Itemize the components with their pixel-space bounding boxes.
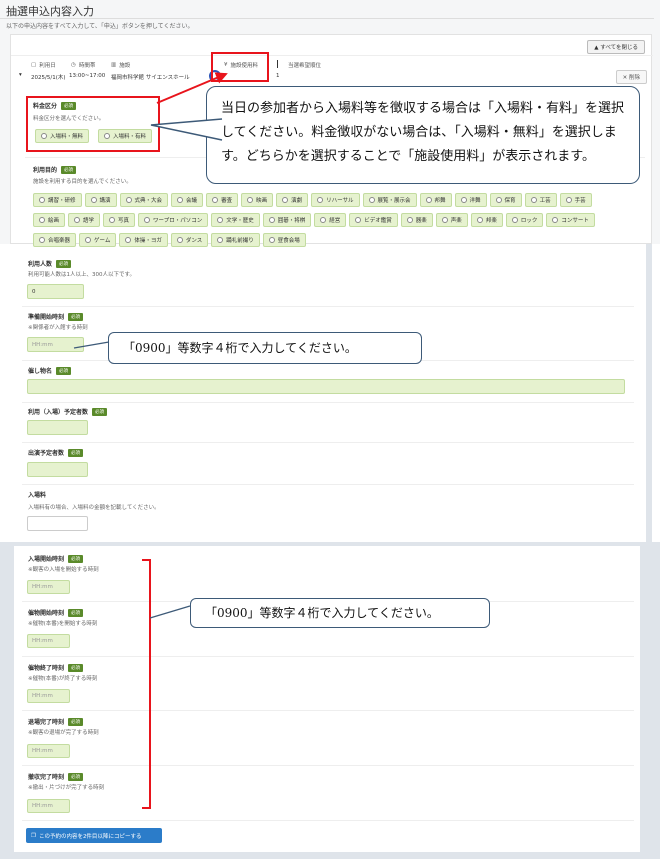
red-arrow <box>156 72 228 104</box>
required-badge: 必須 <box>92 407 108 416</box>
expected-visitors-input[interactable] <box>27 420 88 435</box>
panel-middle: 利用人数 必須 利用可能人数は1人以上、300人以下です。 0 準備開始時刻 必須 … <box>14 248 640 538</box>
event-name-input[interactable] <box>27 379 625 394</box>
performers-input[interactable] <box>27 462 88 477</box>
required-badge: 必須 <box>68 448 84 457</box>
time-fields-bracket <box>142 559 191 809</box>
copy-icon: ❐ <box>31 832 36 839</box>
divider <box>22 442 634 443</box>
entry-fee-hint: 入場料有の場合、入場料の金額を記載してください。 <box>28 505 160 511</box>
performers-label: 出演予定者数 必須 <box>28 448 84 457</box>
expected-visitors-label: 利用（入場）予定者数 必須 <box>28 407 108 416</box>
entry-fee-input[interactable] <box>27 516 88 531</box>
divider <box>22 484 634 485</box>
callout-annotations <box>150 72 228 141</box>
callout-pointer <box>150 118 223 141</box>
callout-pointer-1 <box>73 341 110 349</box>
divider <box>22 402 634 403</box>
callout-time-format-2: 「0900」等数字４桁で入力してください。 <box>190 598 490 628</box>
panel-bottom: 入場開始時刻 必須 ※観客の入場を開始する時刻 HH:mm 催物開始時刻 必須 ※催… <box>14 546 640 852</box>
callout-time-format-1: 「0900」等数字４桁で入力してください。 <box>108 332 422 364</box>
panel-gutter <box>646 244 652 544</box>
entry-fee-label: 入場料 <box>28 492 47 499</box>
copy-booking-button[interactable]: ❐ この予約の内容を2件目以降にコピーする <box>26 828 162 843</box>
panel-top: 抽選申込内容入力 以下の申込内容をすべて入力して、「申込」ボタンを押してください… <box>0 0 660 247</box>
